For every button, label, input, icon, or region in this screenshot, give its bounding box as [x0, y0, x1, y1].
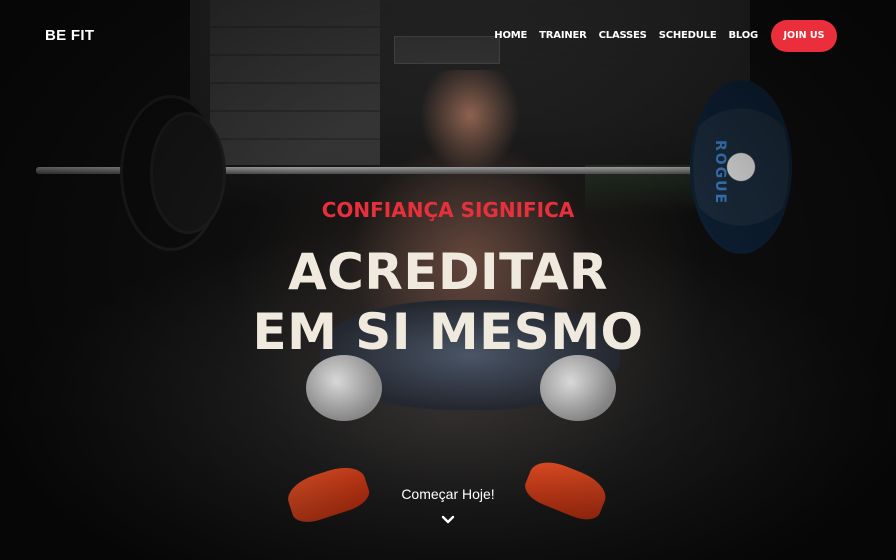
main-menu: HOME TRAINER CLASSES SCHEDULE BLOG [494, 30, 758, 41]
hero-section: ROGUE BE FIT HOME TRAINER CLASSES SCHEDU… [0, 0, 896, 560]
nav-item-home[interactable]: HOME [494, 30, 527, 41]
nav-item-trainer[interactable]: TRAINER [539, 30, 587, 41]
hero-headline: ACREDITAR EM SI MESMO [0, 242, 896, 362]
join-us-button[interactable]: JOIN US [771, 20, 837, 52]
hero-headline-line2: EM SI MESMO [252, 303, 644, 361]
hero-kicker: CONFIANÇA SIGNIFICA [321, 198, 575, 222]
nav-item-blog[interactable]: BLOG [728, 30, 758, 41]
hero-headline-line1: ACREDITAR [287, 243, 609, 301]
top-nav: BE FIT HOME TRAINER CLASSES SCHEDULE BLO… [0, 0, 896, 72]
nav-item-schedule[interactable]: SCHEDULE [659, 30, 717, 41]
chevron-down-icon[interactable] [441, 513, 455, 527]
nav-item-classes[interactable]: CLASSES [599, 30, 647, 41]
start-today-link[interactable]: Começar Hoje! [0, 486, 896, 502]
brand-logo[interactable]: BE FIT [45, 27, 94, 44]
